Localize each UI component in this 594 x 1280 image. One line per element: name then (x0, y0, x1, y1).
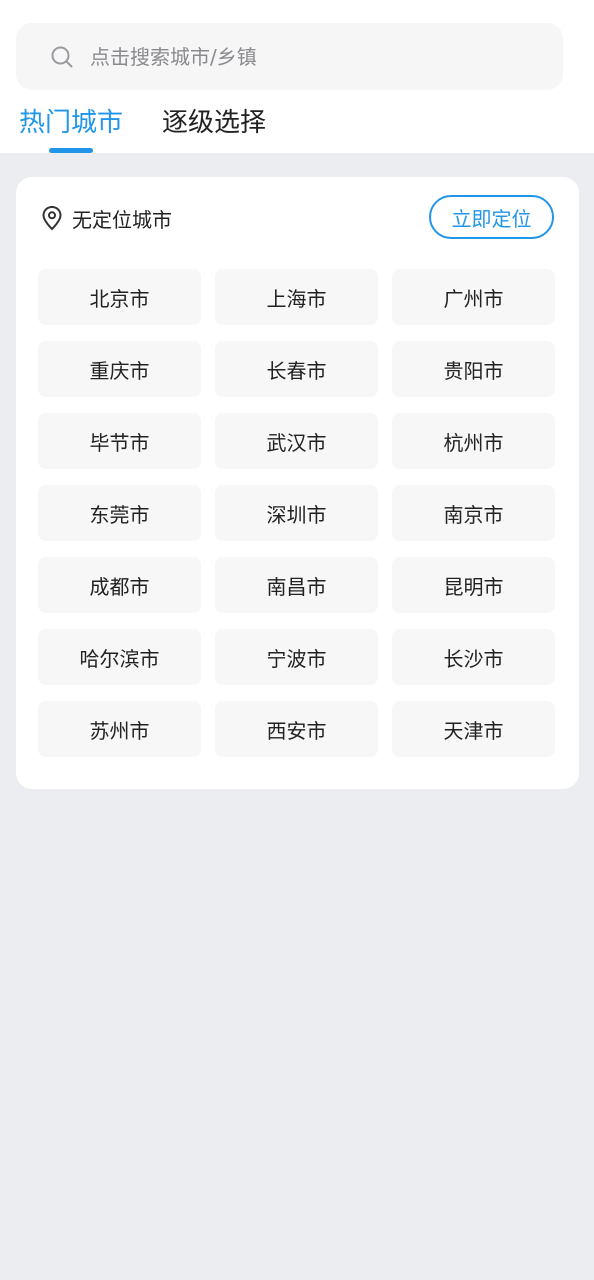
top-bar: 热门城市 逐级选择 (0, 0, 594, 153)
city-button[interactable]: 武汉市 (215, 413, 378, 469)
city-button[interactable]: 昆明市 (392, 557, 555, 613)
location-status: 无定位城市 (40, 201, 172, 235)
tab-bar: 热门城市 逐级选择 (0, 100, 594, 153)
city-button[interactable]: 成都市 (38, 557, 201, 613)
city-button[interactable]: 深圳市 (215, 485, 378, 541)
search-icon (51, 46, 73, 67)
city-button[interactable]: 北京市 (38, 269, 201, 325)
city-button[interactable]: 东莞市 (38, 485, 201, 541)
city-button[interactable]: 苏州市 (38, 701, 201, 757)
city-button[interactable]: 天津市 (392, 701, 555, 757)
city-button[interactable]: 南京市 (392, 485, 555, 541)
city-button[interactable]: 杭州市 (392, 413, 555, 469)
city-button[interactable]: 广州市 (392, 269, 555, 325)
search-input[interactable] (90, 44, 510, 69)
city-button[interactable]: 重庆市 (38, 341, 201, 397)
city-button[interactable]: 贵阳市 (392, 341, 555, 397)
locate-now-button[interactable]: 立即定位 (429, 195, 554, 239)
location-status-text: 无定位城市 (72, 207, 172, 232)
city-button[interactable]: 上海市 (215, 269, 378, 325)
city-button[interactable]: 长春市 (215, 341, 378, 397)
tab-hot-cities[interactable]: 热门城市 (19, 100, 123, 146)
city-button[interactable]: 宁波市 (215, 629, 378, 685)
city-button[interactable]: 毕节市 (38, 413, 201, 469)
tab-level-select[interactable]: 逐级选择 (162, 100, 266, 146)
search-bar[interactable] (16, 23, 563, 90)
city-button[interactable]: 南昌市 (215, 557, 378, 613)
city-button[interactable]: 西安市 (215, 701, 378, 757)
city-card: 无定位城市 立即定位 北京市 上海市 广州市重庆市 长春市 贵阳市毕节市 武汉市 杭州市东莞… (16, 177, 579, 789)
hot-city-grid: 北京市 上海市 广州市重庆市 长春市 贵阳市毕节市 武汉市 杭州市东莞市 深圳市 南京市成都市南… (38, 269, 556, 757)
tab-active-indicator (49, 148, 93, 153)
city-button[interactable]: 长沙市 (392, 629, 555, 685)
map-pin-icon (42, 205, 62, 231)
city-button[interactable]: 哈尔滨市 (38, 629, 201, 685)
